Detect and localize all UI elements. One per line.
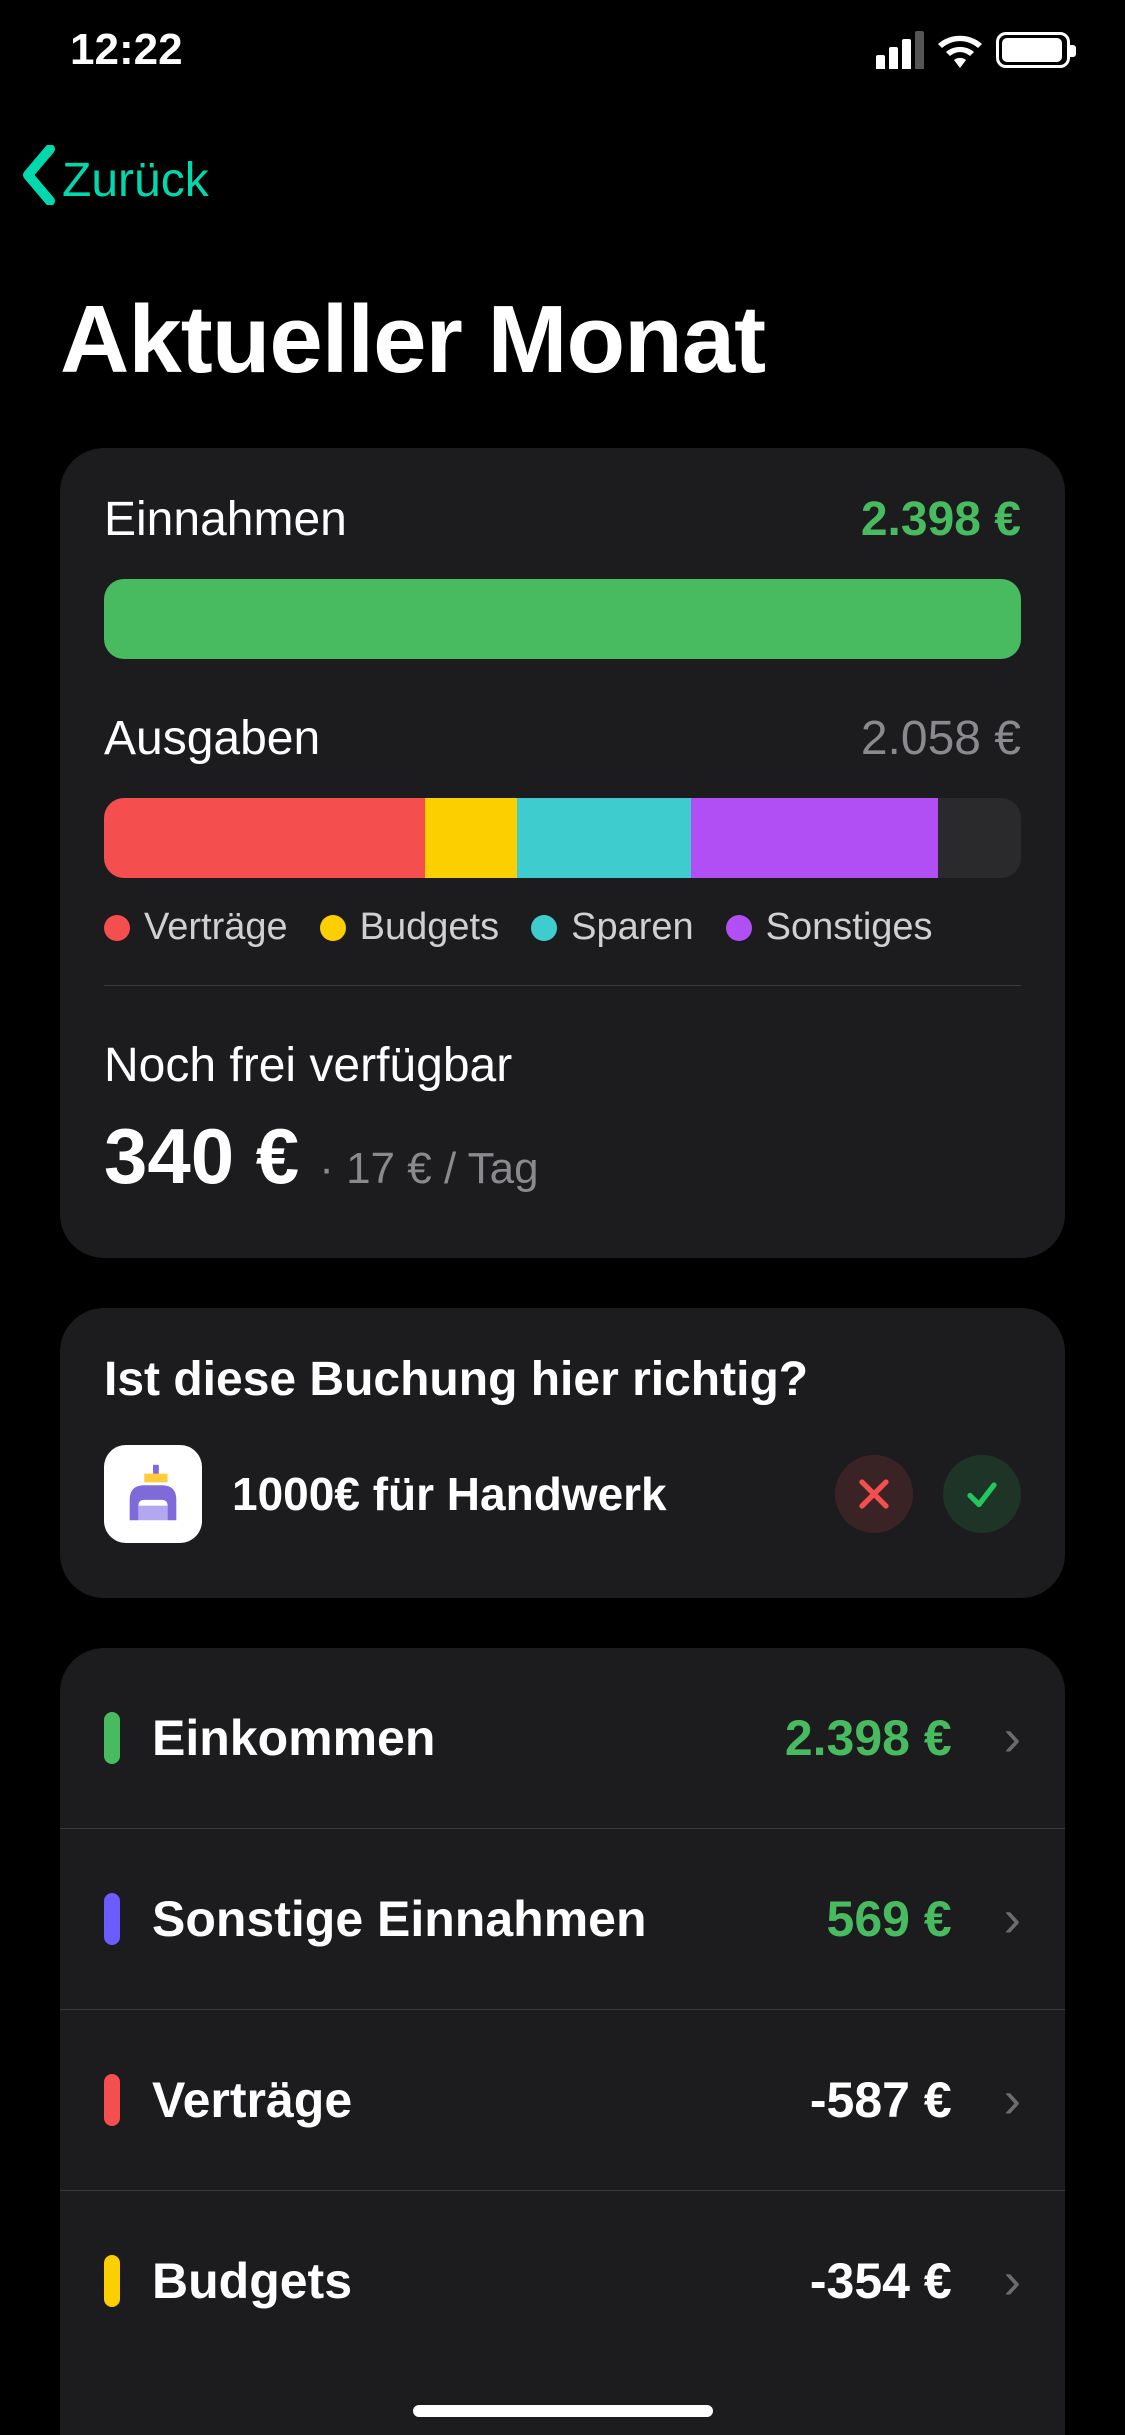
home-indicator[interactable]: [413, 2405, 713, 2417]
booking-row: 1000€ für Handwerk: [104, 1445, 1021, 1543]
expense-section: Ausgaben 2.058 € Verträge Budgets Sparen…: [104, 711, 1021, 949]
segment-budgets: [425, 798, 517, 878]
page-title: Aktueller Monat: [60, 285, 765, 395]
status-indicators: [876, 31, 1070, 69]
legend-label: Sonstiges: [766, 906, 933, 949]
reject-button[interactable]: [835, 1455, 913, 1533]
back-button[interactable]: Zurück: [20, 145, 209, 215]
status-time: 12:22: [70, 25, 183, 75]
legend-item-vertraege: Verträge: [104, 906, 288, 949]
legend-label: Verträge: [144, 906, 288, 949]
category-value: -587 €: [810, 2071, 952, 2129]
accept-button[interactable]: [943, 1455, 1021, 1533]
expense-bar: [104, 798, 1021, 878]
dot-icon: [320, 915, 346, 941]
booking-category-icon: [104, 1445, 202, 1543]
segment-empty: [938, 798, 1021, 878]
expense-legend: Verträge Budgets Sparen Sonstiges: [104, 906, 1021, 949]
remaining-label: Noch frei verfügbar: [104, 1038, 1021, 1093]
category-label: Verträge: [152, 2071, 778, 2129]
segment-sonstiges: [691, 798, 939, 878]
divider: [104, 985, 1021, 986]
summary-card: Einnahmen 2.398 € Ausgaben 2.058 € Vertr…: [60, 448, 1065, 1258]
category-list: Einkommen 2.398 € › Sonstige Einnahmen 5…: [60, 1648, 1065, 2435]
dot-icon: [726, 915, 752, 941]
remaining-amount: 340 €: [104, 1111, 299, 1202]
chevron-right-icon: ›: [1004, 2070, 1021, 2130]
segment-sparen: [517, 798, 691, 878]
category-label: Budgets: [152, 2252, 778, 2310]
booking-card: Ist diese Buchung hier richtig? 1000€ fü…: [60, 1308, 1065, 1598]
chevron-right-icon: ›: [1004, 1708, 1021, 1768]
category-value: -354 €: [810, 2252, 952, 2310]
remaining-value-row: 340 € · 17 € / Tag: [104, 1111, 1021, 1202]
category-color-pill: [104, 2255, 120, 2307]
legend-item-sonstiges: Sonstiges: [726, 906, 933, 949]
booking-question: Ist diese Buchung hier richtig?: [104, 1352, 1021, 1407]
category-row-einkommen[interactable]: Einkommen 2.398 € ›: [60, 1648, 1065, 1829]
segment-vertraege: [104, 798, 425, 878]
legend-item-sparen: Sparen: [531, 906, 694, 949]
chevron-right-icon: ›: [1004, 2251, 1021, 2311]
check-icon: [964, 1476, 1000, 1512]
category-value: 2.398 €: [785, 1709, 952, 1767]
chevron-left-icon: [20, 145, 56, 215]
category-row-sonstige-einnahmen[interactable]: Sonstige Einnahmen 569 € ›: [60, 1829, 1065, 2010]
status-bar: 12:22: [0, 0, 1125, 100]
income-value: 2.398 €: [861, 492, 1021, 547]
legend-label: Budgets: [360, 906, 499, 949]
legend-item-budgets: Budgets: [320, 906, 499, 949]
category-color-pill: [104, 2074, 120, 2126]
category-color-pill: [104, 1893, 120, 1945]
expense-value: 2.058 €: [861, 711, 1021, 766]
income-label: Einnahmen: [104, 492, 347, 547]
category-label: Sonstige Einnahmen: [152, 1890, 795, 1948]
remaining-per-day: · 17 € / Tag: [319, 1144, 538, 1194]
category-row-vertraege[interactable]: Verträge -587 € ›: [60, 2010, 1065, 2191]
wifi-icon: [936, 32, 984, 68]
legend-label: Sparen: [571, 906, 694, 949]
category-color-pill: [104, 1712, 120, 1764]
income-bar: [104, 579, 1021, 659]
category-value: 569 €: [827, 1890, 952, 1948]
expense-label: Ausgaben: [104, 711, 320, 766]
category-label: Einkommen: [152, 1709, 753, 1767]
cellular-icon: [876, 31, 924, 69]
x-icon: [856, 1476, 892, 1512]
chevron-right-icon: ›: [1004, 1889, 1021, 1949]
dot-icon: [531, 915, 557, 941]
booking-text: 1000€ für Handwerk: [232, 1467, 805, 1521]
battery-icon: [996, 32, 1070, 68]
dot-icon: [104, 915, 130, 941]
income-row: Einnahmen 2.398 €: [104, 492, 1021, 547]
back-label: Zurück: [62, 153, 209, 208]
category-row-budgets[interactable]: Budgets -354 € ›: [60, 2191, 1065, 2371]
